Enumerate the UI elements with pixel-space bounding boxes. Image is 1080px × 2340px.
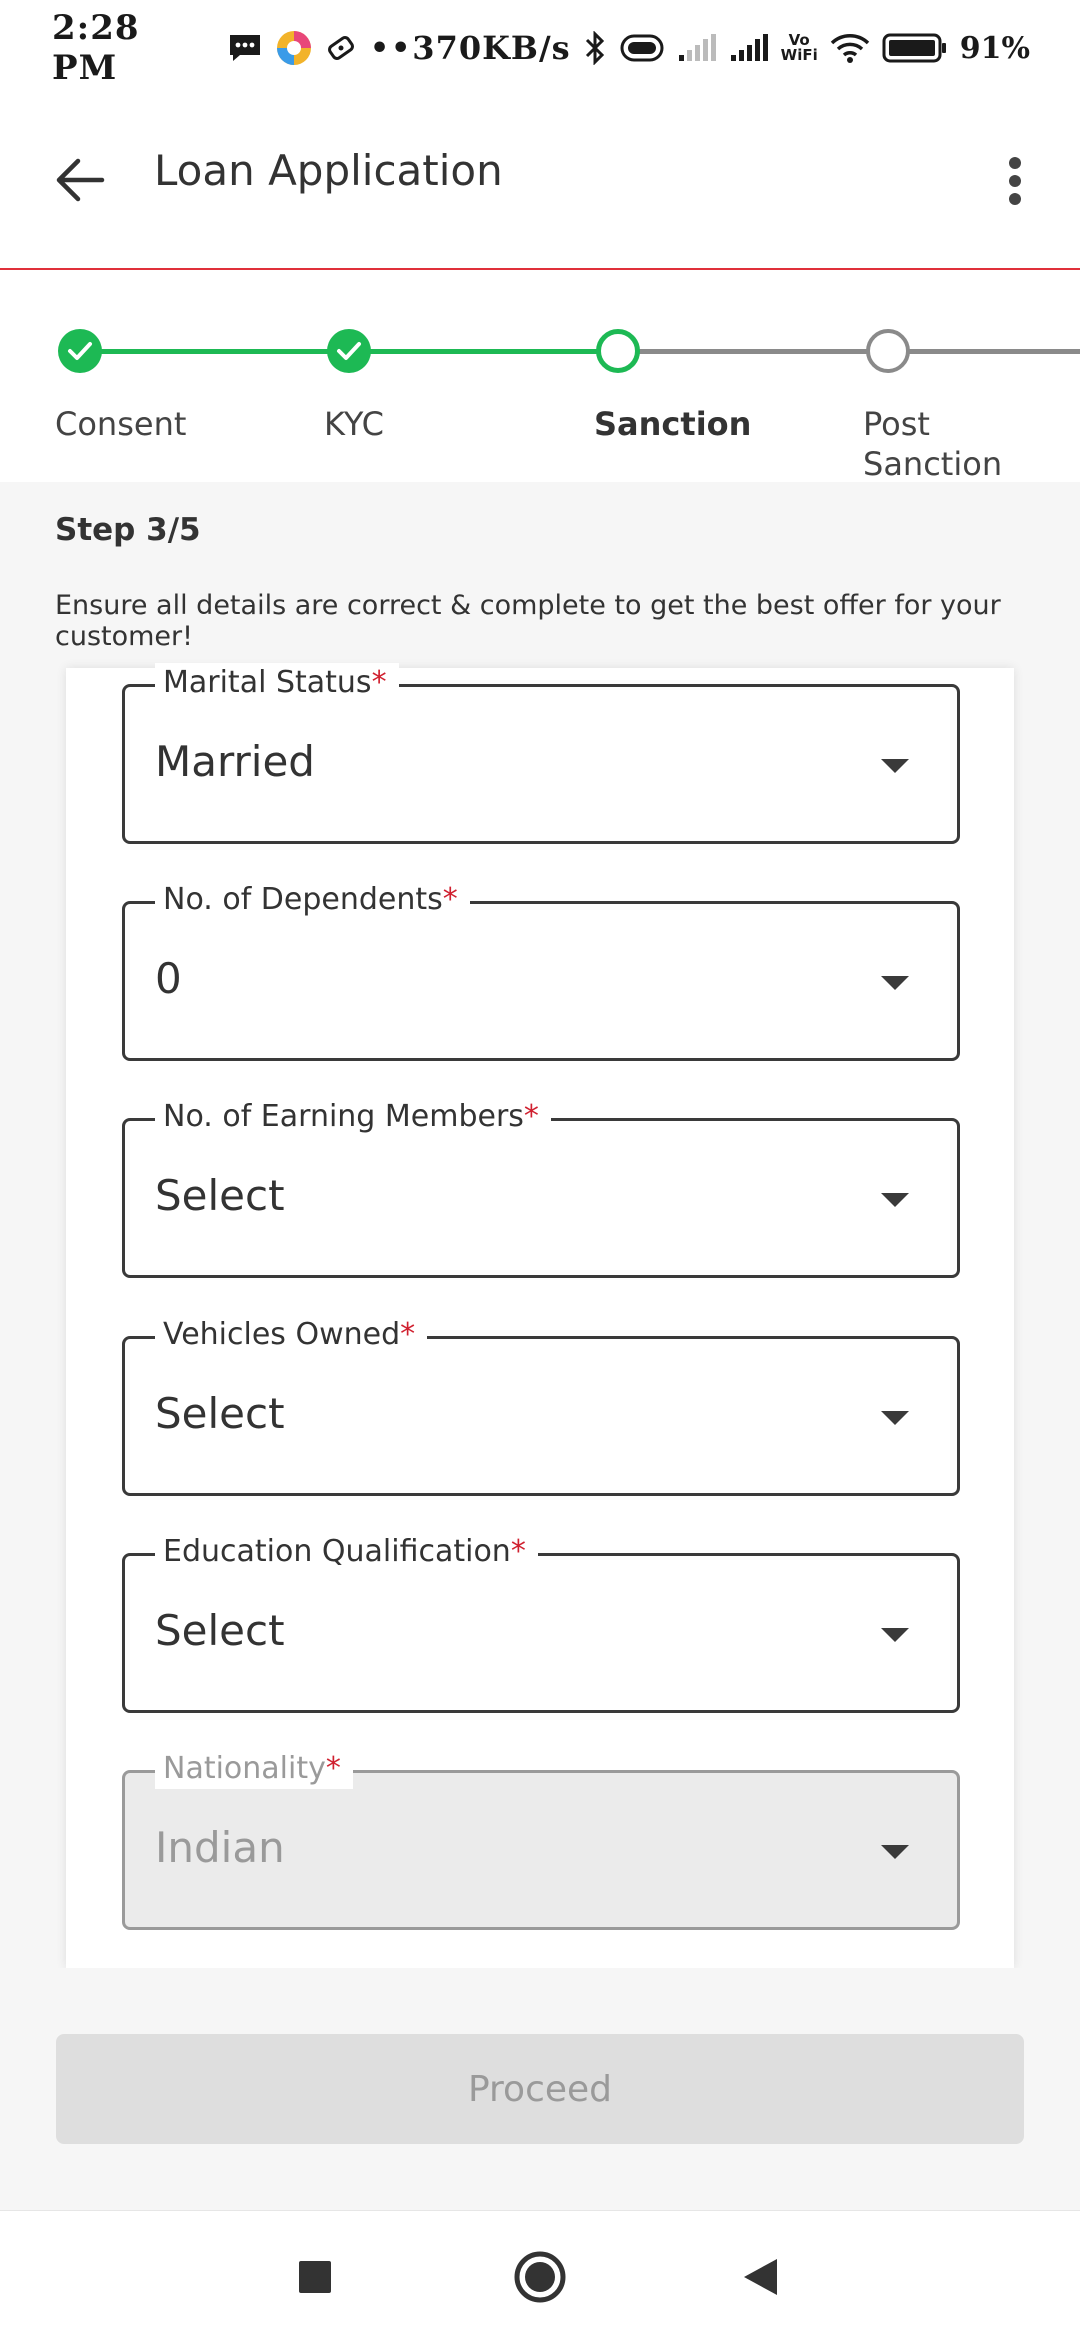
required-mark: *	[523, 1099, 539, 1134]
step-connector	[620, 349, 890, 354]
more-vertical-icon	[1009, 157, 1021, 205]
app-bar: Loan Application	[0, 96, 1080, 270]
progress-stepper: Consent KYC Sanction Post Sanction	[0, 272, 1080, 482]
step-count: Step 3/5	[55, 512, 201, 548]
step-connector	[890, 349, 1080, 354]
step-label-line: Sanction	[863, 445, 1003, 482]
field-label: Vehicles Owned*	[155, 1315, 428, 1355]
dropdown-arrow-icon	[881, 759, 909, 773]
vibrate-icon	[619, 33, 665, 63]
earning-members-dropdown[interactable]: No. of Earning Members* Select	[122, 1097, 960, 1278]
vowifi-bottom: WiFi	[780, 46, 818, 64]
dropdown-arrow-icon	[881, 1628, 909, 1642]
square-icon	[299, 2261, 331, 2293]
field-label: No. of Dependents*	[155, 880, 470, 920]
required-mark: *	[510, 1534, 526, 1569]
required-mark: *	[442, 882, 458, 917]
app-icon	[276, 30, 312, 66]
vowifi-icon: Vo WiFi	[781, 33, 818, 63]
more-options-button[interactable]	[990, 146, 1040, 216]
field-label-text: No. of Earning Members	[163, 1099, 524, 1134]
dropdown-arrow-icon	[881, 1193, 909, 1207]
field-label: No. of Earning Members*	[155, 1097, 551, 1137]
nationality-dropdown: Nationality* Indian	[122, 1749, 960, 1930]
recents-button[interactable]	[285, 2247, 345, 2307]
page-title: Loan Application	[154, 146, 503, 195]
form-card: Marital Status* Married No. of Dependent…	[66, 663, 1014, 1968]
status-time: 2:28 PM	[52, 8, 140, 88]
step-sanction-indicator	[596, 329, 640, 373]
required-mark: *	[371, 665, 387, 700]
dependents-dropdown[interactable]: No. of Dependents* 0	[122, 880, 960, 1061]
step-label-consent: Consent	[55, 405, 187, 443]
step-label-post-sanction: Post Sanction	[863, 404, 1002, 482]
field-label: Nationality*	[155, 1749, 353, 1789]
field-label-text: Vehicles Owned	[163, 1317, 401, 1352]
game-icon	[326, 33, 356, 63]
field-label-text: Marital Status	[163, 665, 372, 700]
field-value: Select	[155, 1171, 285, 1220]
step-kyc-check-icon	[327, 329, 371, 373]
battery-level: 91%	[959, 30, 1030, 66]
step-label-kyc: KYC	[324, 405, 384, 443]
back-nav-button[interactable]	[730, 2247, 790, 2307]
proceed-button[interactable]: Proceed	[56, 2034, 1024, 2144]
notification-dots: ••	[369, 30, 413, 66]
network-speed: 370KB/s	[412, 29, 571, 67]
signal-icon	[729, 33, 769, 63]
home-button[interactable]	[510, 2247, 570, 2307]
arrow-left-icon	[56, 158, 105, 202]
field-value: Select	[155, 1389, 285, 1438]
battery-icon	[882, 32, 948, 64]
field-label-text: Nationality	[163, 1751, 326, 1786]
step-info-panel: Step 3/5 Ensure all details are correct …	[0, 482, 1080, 668]
field-value: Select	[155, 1606, 285, 1655]
bluetooth-icon	[583, 31, 607, 65]
field-value: Indian	[155, 1823, 285, 1872]
info-message: Ensure all details are correct & complet…	[55, 590, 1001, 652]
required-mark: *	[325, 1751, 341, 1786]
message-icon	[228, 33, 262, 63]
field-label: Marital Status*	[155, 663, 399, 703]
field-label-text: No. of Dependents	[163, 882, 443, 917]
field-value: 0	[155, 954, 182, 1003]
education-qualification-dropdown[interactable]: Education Qualification* Select	[122, 1532, 960, 1713]
signal-icon	[677, 33, 717, 63]
step-label-sanction: Sanction	[594, 405, 752, 443]
vehicles-owned-dropdown[interactable]: Vehicles Owned* Select	[122, 1315, 960, 1496]
step-consent-check-icon	[58, 329, 102, 373]
system-nav-bar	[0, 2211, 1080, 2340]
triangle-back-icon	[744, 2259, 777, 2295]
field-label-text: Education Qualification	[163, 1534, 511, 1569]
status-bar: 2:28 PM •• 370KB/s Vo WiFi 91%	[0, 0, 1080, 96]
wifi-icon	[830, 32, 870, 64]
step-connector	[80, 349, 350, 354]
dropdown-arrow-icon	[881, 976, 909, 990]
dropdown-arrow-icon	[881, 1845, 909, 1859]
home-circle-icon	[514, 2251, 566, 2303]
field-label: Education Qualification*	[155, 1532, 538, 1572]
step-connector	[350, 349, 620, 354]
marital-status-dropdown[interactable]: Marital Status* Married	[122, 663, 960, 844]
dropdown-arrow-icon	[881, 1411, 909, 1425]
field-value: Married	[155, 737, 315, 786]
step-post-sanction-indicator	[866, 329, 910, 373]
back-button[interactable]	[50, 150, 110, 210]
required-mark: *	[400, 1317, 416, 1352]
bottom-action-bar: Proceed	[0, 1968, 1080, 2211]
form-area: Marital Status* Married No. of Dependent…	[0, 663, 1080, 1968]
step-label-line: Post	[863, 405, 930, 443]
